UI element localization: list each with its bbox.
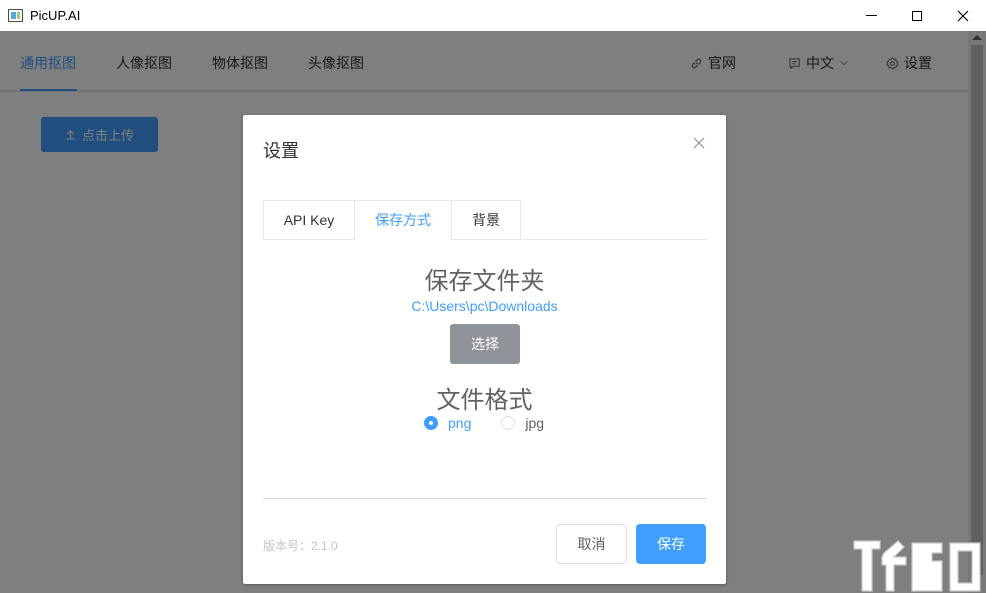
settings-dialog: 设置 API Key 保存方式 背景 保存文件夹 C:\Users\pc\Dow…: [243, 115, 726, 584]
watermark-logo: [853, 540, 981, 592]
app-logo-icon: [8, 9, 23, 22]
dialog-tabs: API Key 保存方式 背景: [263, 200, 707, 240]
save-button[interactable]: 保存: [636, 524, 706, 564]
choose-folder-button[interactable]: 选择: [450, 324, 520, 364]
tab-background[interactable]: 背景: [451, 200, 521, 240]
window-title-bar: PicUP.AI: [0, 0, 986, 31]
radio-png[interactable]: png: [424, 415, 471, 431]
minimize-icon: [865, 15, 877, 16]
radio-jpg-dot[interactable]: [501, 416, 516, 430]
file-format-heading: 文件格式: [436, 387, 533, 414]
tab-api-key[interactable]: API Key: [263, 200, 355, 240]
close-window-button[interactable]: [940, 0, 986, 31]
close-icon: [957, 10, 969, 21]
folder-path-link[interactable]: C:\Users\pc\Downloads: [243, 298, 726, 314]
tab-save-method[interactable]: 保存方式: [354, 200, 452, 240]
radio-jpg[interactable]: jpg: [501, 415, 544, 431]
close-icon[interactable]: [693, 137, 705, 149]
dialog-divider: [263, 498, 707, 499]
version-label: 版本号：2.1.0: [263, 539, 338, 553]
radio-jpg-label: jpg: [525, 415, 545, 431]
minimize-button[interactable]: [848, 0, 894, 31]
format-radio-group: png jpg: [424, 415, 544, 431]
window-title: PicUP.AI: [30, 8, 81, 23]
maximize-button[interactable]: [894, 0, 940, 31]
radio-png-label: png: [448, 415, 472, 431]
maximize-icon: [912, 10, 922, 21]
save-folder-heading: 保存文件夹: [424, 268, 545, 295]
dialog-title: 设置: [263, 141, 299, 161]
cancel-button[interactable]: 取消: [556, 524, 627, 564]
radio-png-dot[interactable]: [424, 416, 438, 430]
